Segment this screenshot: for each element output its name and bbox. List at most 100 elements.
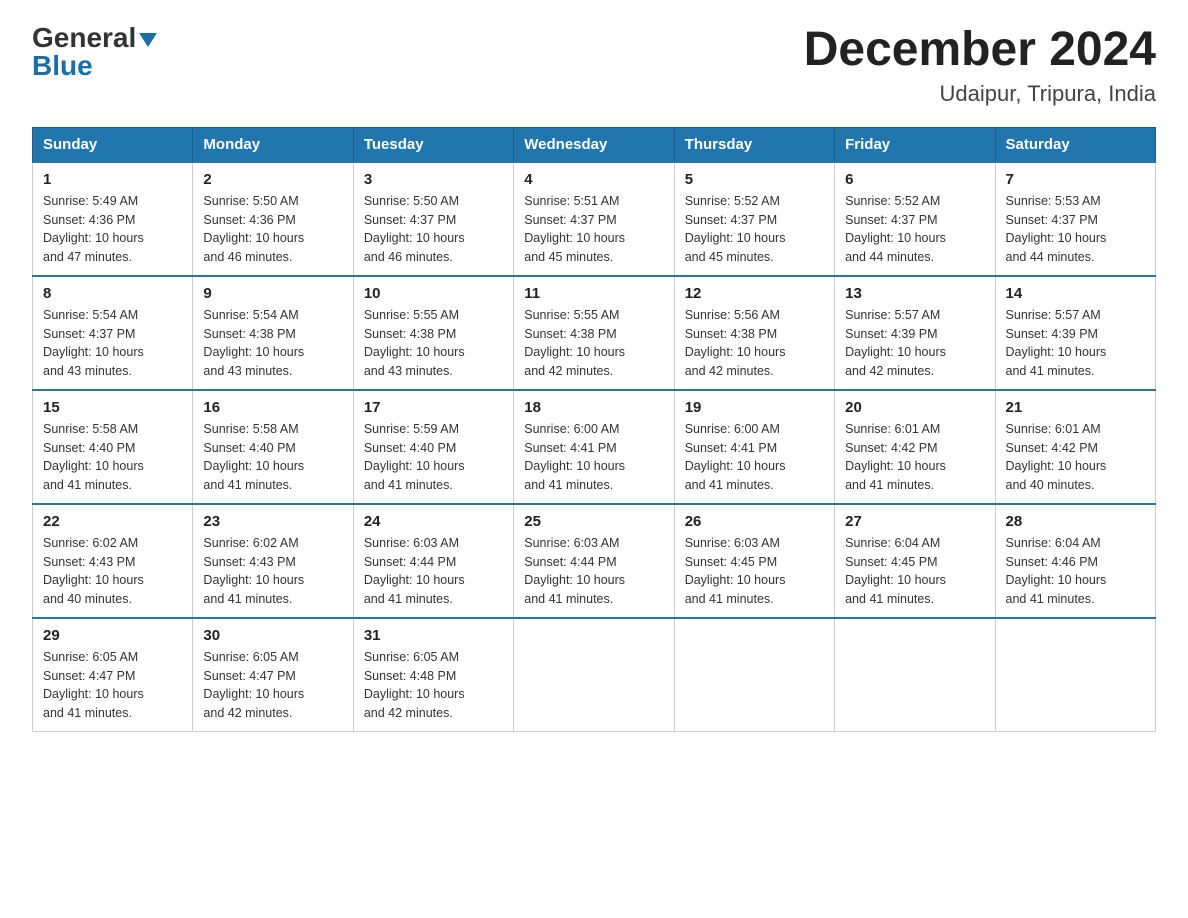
day-info: Sunrise: 5:52 AMSunset: 4:37 PMDaylight:… [685,192,824,267]
day-info: Sunrise: 5:52 AMSunset: 4:37 PMDaylight:… [845,192,984,267]
day-info: Sunrise: 5:55 AMSunset: 4:38 PMDaylight:… [524,306,663,381]
calendar-cell: 29 Sunrise: 6:05 AMSunset: 4:47 PMDaylig… [33,618,193,732]
day-number: 28 [1006,513,1145,530]
day-info: Sunrise: 5:56 AMSunset: 4:38 PMDaylight:… [685,306,824,381]
calendar-cell: 24 Sunrise: 6:03 AMSunset: 4:44 PMDaylig… [353,504,513,618]
day-number: 25 [524,513,663,530]
calendar-cell: 2 Sunrise: 5:50 AMSunset: 4:36 PMDayligh… [193,162,353,276]
logo-blue-line: Blue [32,52,93,80]
logo-general-text: General [32,22,136,53]
day-info: Sunrise: 5:51 AMSunset: 4:37 PMDaylight:… [524,192,663,267]
day-info: Sunrise: 6:02 AMSunset: 4:43 PMDaylight:… [43,534,182,609]
calendar-table: Sunday Monday Tuesday Wednesday Thursday… [32,127,1156,732]
calendar-cell: 16 Sunrise: 5:58 AMSunset: 4:40 PMDaylig… [193,390,353,504]
day-number: 15 [43,399,182,416]
calendar-cell: 4 Sunrise: 5:51 AMSunset: 4:37 PMDayligh… [514,162,674,276]
calendar-cell: 1 Sunrise: 5:49 AMSunset: 4:36 PMDayligh… [33,162,193,276]
calendar-cell [835,618,995,732]
day-number: 20 [845,399,984,416]
day-number: 8 [43,285,182,302]
calendar-cell [674,618,834,732]
calendar-body: 1 Sunrise: 5:49 AMSunset: 4:36 PMDayligh… [33,162,1156,732]
day-info: Sunrise: 6:00 AMSunset: 4:41 PMDaylight:… [524,420,663,495]
calendar-week-3: 15 Sunrise: 5:58 AMSunset: 4:40 PMDaylig… [33,390,1156,504]
day-info: Sunrise: 5:53 AMSunset: 4:37 PMDaylight:… [1006,192,1145,267]
calendar-cell: 25 Sunrise: 6:03 AMSunset: 4:44 PMDaylig… [514,504,674,618]
col-friday: Friday [835,127,995,162]
day-info: Sunrise: 5:58 AMSunset: 4:40 PMDaylight:… [203,420,342,495]
calendar-cell: 3 Sunrise: 5:50 AMSunset: 4:37 PMDayligh… [353,162,513,276]
calendar-cell: 7 Sunrise: 5:53 AMSunset: 4:37 PMDayligh… [995,162,1155,276]
day-number: 14 [1006,285,1145,302]
calendar-cell: 19 Sunrise: 6:00 AMSunset: 4:41 PMDaylig… [674,390,834,504]
calendar-cell: 28 Sunrise: 6:04 AMSunset: 4:46 PMDaylig… [995,504,1155,618]
calendar-cell: 5 Sunrise: 5:52 AMSunset: 4:37 PMDayligh… [674,162,834,276]
day-info: Sunrise: 5:54 AMSunset: 4:38 PMDaylight:… [203,306,342,381]
calendar-cell: 11 Sunrise: 5:55 AMSunset: 4:38 PMDaylig… [514,276,674,390]
day-info: Sunrise: 6:02 AMSunset: 4:43 PMDaylight:… [203,534,342,609]
day-number: 6 [845,171,984,188]
month-title: December 2024 [804,24,1156,77]
day-number: 27 [845,513,984,530]
day-number: 4 [524,171,663,188]
day-info: Sunrise: 6:05 AMSunset: 4:47 PMDaylight:… [43,648,182,723]
calendar-week-2: 8 Sunrise: 5:54 AMSunset: 4:37 PMDayligh… [33,276,1156,390]
calendar-cell: 10 Sunrise: 5:55 AMSunset: 4:38 PMDaylig… [353,276,513,390]
location-title: Udaipur, Tripura, India [804,81,1156,107]
day-info: Sunrise: 5:58 AMSunset: 4:40 PMDaylight:… [43,420,182,495]
day-info: Sunrise: 6:01 AMSunset: 4:42 PMDaylight:… [845,420,984,495]
day-number: 19 [685,399,824,416]
calendar-cell: 31 Sunrise: 6:05 AMSunset: 4:48 PMDaylig… [353,618,513,732]
day-info: Sunrise: 6:01 AMSunset: 4:42 PMDaylight:… [1006,420,1145,495]
day-number: 30 [203,627,342,644]
calendar-week-1: 1 Sunrise: 5:49 AMSunset: 4:36 PMDayligh… [33,162,1156,276]
title-block: December 2024 Udaipur, Tripura, India [804,24,1156,107]
calendar-week-5: 29 Sunrise: 6:05 AMSunset: 4:47 PMDaylig… [33,618,1156,732]
logo-general-line: General [32,24,157,52]
day-info: Sunrise: 6:03 AMSunset: 4:44 PMDaylight:… [524,534,663,609]
logo-blue-text: Blue [32,50,93,81]
day-number: 18 [524,399,663,416]
logo: General Blue [32,24,157,80]
calendar-cell: 21 Sunrise: 6:01 AMSunset: 4:42 PMDaylig… [995,390,1155,504]
day-info: Sunrise: 6:05 AMSunset: 4:48 PMDaylight:… [364,648,503,723]
day-number: 5 [685,171,824,188]
day-number: 10 [364,285,503,302]
calendar-cell: 26 Sunrise: 6:03 AMSunset: 4:45 PMDaylig… [674,504,834,618]
day-number: 9 [203,285,342,302]
day-info: Sunrise: 6:04 AMSunset: 4:46 PMDaylight:… [1006,534,1145,609]
day-info: Sunrise: 5:57 AMSunset: 4:39 PMDaylight:… [845,306,984,381]
day-info: Sunrise: 6:00 AMSunset: 4:41 PMDaylight:… [685,420,824,495]
col-wednesday: Wednesday [514,127,674,162]
page-header: General Blue December 2024 Udaipur, Trip… [32,24,1156,107]
day-number: 23 [203,513,342,530]
day-number: 1 [43,171,182,188]
day-number: 17 [364,399,503,416]
day-number: 11 [524,285,663,302]
day-info: Sunrise: 5:49 AMSunset: 4:36 PMDaylight:… [43,192,182,267]
calendar-cell: 12 Sunrise: 5:56 AMSunset: 4:38 PMDaylig… [674,276,834,390]
day-info: Sunrise: 6:04 AMSunset: 4:45 PMDaylight:… [845,534,984,609]
day-number: 16 [203,399,342,416]
col-monday: Monday [193,127,353,162]
calendar-cell: 27 Sunrise: 6:04 AMSunset: 4:45 PMDaylig… [835,504,995,618]
calendar-week-4: 22 Sunrise: 6:02 AMSunset: 4:43 PMDaylig… [33,504,1156,618]
day-number: 3 [364,171,503,188]
calendar-cell: 14 Sunrise: 5:57 AMSunset: 4:39 PMDaylig… [995,276,1155,390]
day-info: Sunrise: 5:55 AMSunset: 4:38 PMDaylight:… [364,306,503,381]
day-number: 31 [364,627,503,644]
calendar-cell [995,618,1155,732]
col-thursday: Thursday [674,127,834,162]
calendar-cell: 8 Sunrise: 5:54 AMSunset: 4:37 PMDayligh… [33,276,193,390]
calendar-cell: 22 Sunrise: 6:02 AMSunset: 4:43 PMDaylig… [33,504,193,618]
day-info: Sunrise: 5:57 AMSunset: 4:39 PMDaylight:… [1006,306,1145,381]
col-saturday: Saturday [995,127,1155,162]
calendar-header: Sunday Monday Tuesday Wednesday Thursday… [33,127,1156,162]
day-info: Sunrise: 5:50 AMSunset: 4:36 PMDaylight:… [203,192,342,267]
day-info: Sunrise: 6:03 AMSunset: 4:45 PMDaylight:… [685,534,824,609]
day-info: Sunrise: 6:03 AMSunset: 4:44 PMDaylight:… [364,534,503,609]
day-number: 24 [364,513,503,530]
day-number: 22 [43,513,182,530]
col-sunday: Sunday [33,127,193,162]
logo-triangle-icon [139,33,157,47]
